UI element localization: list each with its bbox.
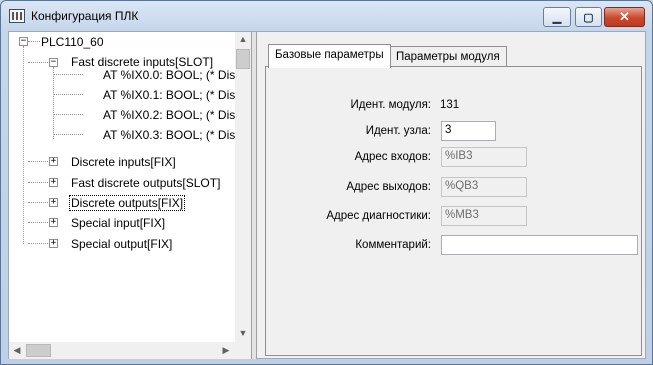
scroll-up-icon[interactable]: ▲: [235, 34, 251, 44]
tree-node-ix0-2[interactable]: AT %IX0.2: BOOL; (* Dis: [103, 108, 235, 122]
tree-expander-special-input[interactable]: +: [49, 218, 58, 227]
tree-expander-special-output[interactable]: +: [49, 239, 58, 248]
tree-node-fast-discrete-outputs[interactable]: Fast discrete outputs[SLOT]: [71, 176, 220, 190]
maximize-icon: ▢: [583, 11, 594, 24]
tree-expander-fast-discrete-inputs[interactable]: −: [49, 58, 58, 67]
plc-config-window: Конфигурация ПЛК ▁ ▢ ✕ − PLC110_60 − Fas…: [0, 0, 653, 365]
tree-expander-discrete-inputs[interactable]: +: [49, 157, 58, 166]
scrollbar-corner: [235, 342, 251, 359]
tree-node-ix0-0[interactable]: AT %IX0.0: BOOL; (* Dis: [103, 68, 235, 82]
node-id-label: Идент. узла:: [365, 125, 431, 137]
minimize-button[interactable]: ▁: [543, 7, 571, 27]
output-address-field: %QB3: [441, 177, 527, 197]
tab-basic-params[interactable]: Базовые параметры: [268, 44, 391, 68]
output-address-label: Адрес выходов:: [346, 181, 431, 193]
tree-node-ix0-3[interactable]: AT %IX0.3: BOOL; (* Dis: [103, 128, 235, 142]
tree-expander-root[interactable]: −: [19, 37, 28, 46]
tab-module-params[interactable]: Параметры модуля: [389, 46, 507, 68]
app-icon: [9, 9, 25, 23]
tree-node-discrete-outputs[interactable]: Discrete outputs[FIX]: [68, 195, 186, 211]
comment-field[interactable]: [441, 235, 638, 255]
tree-horizontal-scrollbar[interactable]: ◀ ▶: [9, 342, 235, 359]
input-address-field: %IB3: [441, 147, 527, 167]
module-tree[interactable]: − PLC110_60 − Fast discrete inputs[SLOT]…: [9, 32, 252, 359]
tree-node-ix0-1[interactable]: AT %IX0.1: BOOL; (* Dis: [103, 88, 235, 102]
module-id-value: 131: [440, 99, 460, 111]
client-area: − PLC110_60 − Fast discrete inputs[SLOT]…: [8, 31, 646, 359]
diag-address-field: %MB3: [441, 206, 527, 226]
input-address-label: Адрес входов:: [354, 151, 431, 163]
close-icon: ✕: [619, 9, 630, 24]
maximize-button[interactable]: ▢: [575, 7, 602, 27]
tree-node-fast-discrete-inputs[interactable]: Fast discrete inputs[SLOT]: [71, 55, 213, 69]
module-id-label: Идент. модуля:: [350, 99, 432, 111]
minimize-icon: ▁: [552, 11, 562, 24]
tree-node-special-input[interactable]: Special input[FIX]: [71, 216, 165, 230]
tree-node-special-output[interactable]: Special output[FIX]: [71, 237, 172, 251]
title-bar[interactable]: Конфигурация ПЛК ▁ ▢ ✕: [1, 1, 652, 31]
vertical-scroll-thumb[interactable]: [236, 49, 250, 69]
basic-params-page: Идент. модуля: 131 Идент. узла: 3 Адрес …: [265, 66, 642, 356]
tree-node-discrete-inputs[interactable]: Discrete inputs[FIX]: [71, 155, 176, 169]
tree-vertical-scrollbar[interactable]: ▲ ▼: [235, 32, 251, 342]
diag-address-label: Адрес диагностики:: [326, 210, 431, 222]
scroll-right-icon[interactable]: ▶: [218, 345, 234, 356]
close-button[interactable]: ✕: [604, 7, 645, 27]
comment-label: Комментарий:: [355, 239, 431, 251]
tree-expander-discrete-outputs[interactable]: +: [49, 198, 58, 207]
scroll-left-icon[interactable]: ◀: [9, 345, 25, 356]
horizontal-scroll-thumb[interactable]: [26, 344, 51, 357]
scroll-down-icon[interactable]: ▼: [235, 328, 251, 338]
window-title: Конфигурация ПЛК: [31, 9, 139, 23]
tree-node-root[interactable]: PLC110_60: [41, 35, 104, 49]
node-id-field[interactable]: 3: [441, 121, 496, 141]
panel-splitter[interactable]: [252, 32, 257, 359]
tree-expander-fast-discrete-outputs[interactable]: +: [49, 178, 58, 187]
